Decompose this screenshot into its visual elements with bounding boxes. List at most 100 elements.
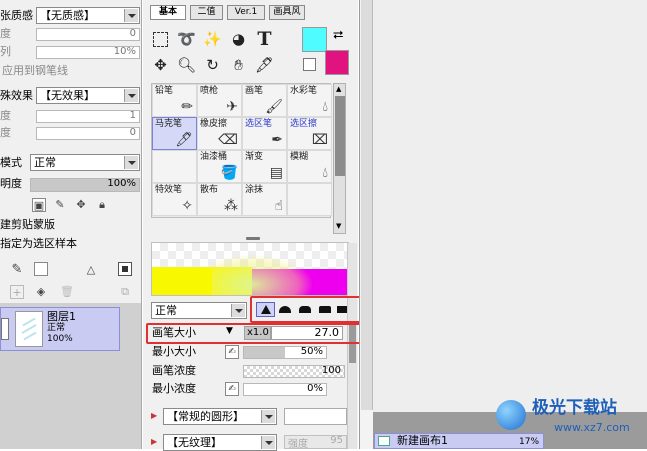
selection-source-label[interactable]: 指定为选区样本: [0, 237, 77, 251]
scroll-up-icon[interactable]: ▲: [336, 86, 343, 93]
brush-slot[interactable]: 画笔 🖌︎: [242, 84, 287, 117]
min-density-slider[interactable]: 0%: [243, 383, 327, 396]
expand-shape-icon[interactable]: ▶: [151, 412, 157, 420]
ruler-layer-icon[interactable]: △: [84, 263, 98, 277]
effect-width-slider[interactable]: 1: [36, 110, 140, 123]
brush-slot[interactable]: 油漆桶 🪣: [197, 150, 242, 183]
magic-wand-icon[interactable]: ✨: [202, 29, 223, 50]
clipping-mask-label[interactable]: 建剪贴蒙版: [0, 218, 55, 232]
hand-icon[interactable]: ✋︎: [228, 55, 249, 76]
layer-mask-icon[interactable]: [118, 262, 132, 276]
add-layer-icon[interactable]: +: [10, 285, 24, 299]
brush-slot[interactable]: 模糊 💧︎: [287, 150, 332, 183]
brush-slot[interactable]: 喷枪 ✈︎: [197, 84, 242, 117]
texture-strength-value: 95: [330, 435, 343, 446]
effect-width-label: 度: [0, 109, 11, 122]
min-size-slider[interactable]: 50%: [243, 346, 327, 359]
delete-layer-icon[interactable]: 🗑︎: [60, 285, 74, 299]
brush-slot-empty[interactable]: [287, 183, 332, 216]
lasso-icon[interactable]: ➰: [176, 29, 197, 50]
move-lock-icon[interactable]: ✥: [74, 198, 88, 212]
brush-slot[interactable]: 马克笔 🖊︎: [152, 117, 197, 150]
primary-color-swatch[interactable]: [302, 27, 327, 52]
select-rect-icon[interactable]: [150, 29, 171, 50]
new-layer-icon[interactable]: [34, 262, 48, 276]
brush-slot[interactable]: 特效笔 ✧: [152, 183, 197, 216]
chevron-down-icon: [231, 304, 245, 317]
tool-panel-scrollbar[interactable]: [347, 243, 357, 449]
panel-splitter[interactable]: [246, 237, 260, 240]
paper-texture-dropdown[interactable]: 【无质感】: [36, 7, 140, 24]
min-size-fill: [244, 347, 285, 358]
brush-label: 画笔: [245, 86, 264, 96]
tab-binary[interactable]: 二值: [190, 5, 223, 20]
padlock-icon[interactable]: 🔒︎: [95, 198, 109, 212]
rotate-icon[interactable]: ↻: [202, 55, 223, 76]
brush-slot[interactable]: 水彩笔 💧︎: [287, 84, 332, 117]
blend-mode-dropdown[interactable]: 正常: [30, 154, 140, 171]
brush-blend-dropdown[interactable]: 正常: [151, 302, 247, 319]
texture-strength-label: 强度: [288, 439, 308, 450]
pressure-density-icon[interactable]: ✍︎: [225, 382, 239, 396]
brush-label: 油漆桶: [200, 152, 228, 162]
brush-label: 特效笔: [155, 185, 183, 195]
brush-texture-dropdown[interactable]: 【无纹理】: [163, 434, 277, 451]
zoom-icon[interactable]: 🔍︎: [176, 55, 197, 76]
canvas-workspace[interactable]: 新建画布1 17%: [359, 0, 647, 449]
scatter-icon: ⁂: [224, 198, 238, 214]
text-icon[interactable]: T: [254, 29, 275, 50]
brush-preview: [151, 242, 349, 296]
canvas-scrollbar-vertical[interactable]: [361, 0, 373, 410]
brush-slot[interactable]: 选区擦 ⌧: [287, 117, 332, 150]
tab-painting-style[interactable]: 画具风: [269, 5, 305, 20]
brush-shape-param-field[interactable]: [284, 408, 347, 425]
pen-lock-icon[interactable]: ✎: [53, 198, 67, 212]
brush-label: 散布: [200, 185, 219, 195]
new-layer-pen-icon[interactable]: ✎: [10, 263, 24, 277]
scroll-down-icon[interactable]: ▼: [336, 223, 343, 230]
eyedropper-icon[interactable]: 🖋︎: [254, 55, 275, 76]
expand-texture-icon[interactable]: ▶: [151, 438, 157, 446]
brush-slot[interactable]: 选区笔 ✒︎: [242, 117, 287, 150]
brush-blend-value: 正常: [155, 304, 177, 317]
brush-slot[interactable]: 铅笔 ✏︎: [152, 84, 197, 117]
reset-colors-icon[interactable]: [303, 58, 316, 71]
effect-dropdown[interactable]: 【无效果】: [36, 87, 140, 104]
brush-slot[interactable]: 散布 ⁂: [197, 183, 242, 216]
layer-list: 图层1 正常 100%: [0, 303, 141, 449]
paper-texture-value: 【无质感】: [40, 9, 95, 22]
merge-layer-icon[interactable]: ⧉: [118, 285, 132, 299]
effect-strength-slider[interactable]: 0: [36, 127, 140, 140]
layer-visibility-icon[interactable]: [1, 318, 9, 340]
brush-label: 渐变: [245, 152, 264, 162]
scroll-thumb[interactable]: [335, 96, 345, 176]
apply-mask-icon[interactable]: ◈: [34, 285, 48, 299]
brush-shape-dropdown[interactable]: 【常规的圆形】: [163, 408, 277, 425]
secondary-color-swatch[interactable]: [325, 50, 349, 75]
texture-scale-slider[interactable]: 10%: [36, 46, 140, 59]
move-icon[interactable]: ✥: [150, 55, 171, 76]
protect-alpha-icon[interactable]: ▣: [32, 198, 46, 212]
brush-slot[interactable]: 渐变 ▤: [242, 150, 287, 183]
brush-slot[interactable]: 橡皮擦 ⌫: [197, 117, 242, 150]
apply-to-pen-label[interactable]: 应用到钢笔线: [2, 64, 68, 78]
tab-ver1[interactable]: Ver.1: [227, 5, 265, 20]
brush-slot[interactable]: 涂抹 ☝︎: [242, 183, 287, 216]
opacity-slider[interactable]: 100%: [30, 178, 140, 192]
brush-slot-empty[interactable]: [152, 150, 197, 183]
swap-colors-icon[interactable]: ⮂: [333, 28, 343, 43]
selection-pen-icon[interactable]: ◕: [228, 29, 249, 50]
brush-label: 涂抹: [245, 185, 264, 195]
canvas-name: 新建画布1: [397, 434, 448, 447]
brush-grid-scrollbar[interactable]: ▲ ▼: [333, 83, 346, 234]
watercolor-icon: 💧︎: [322, 99, 328, 115]
pressure-size-icon[interactable]: ✍︎: [225, 345, 239, 359]
texture-strength-field[interactable]: 强度 95: [284, 435, 347, 450]
watermark: 极光下载站 www.xz7.com: [496, 398, 642, 440]
layer-opacity: 100%: [47, 334, 73, 344]
chevron-down-icon: [124, 89, 138, 102]
texture-strength-slider[interactable]: 0: [36, 28, 140, 41]
density-slider[interactable]: 100: [243, 365, 345, 378]
tab-basic[interactable]: 基本: [150, 5, 186, 20]
layer-item-selected[interactable]: 图层1 正常 100%: [0, 307, 120, 351]
